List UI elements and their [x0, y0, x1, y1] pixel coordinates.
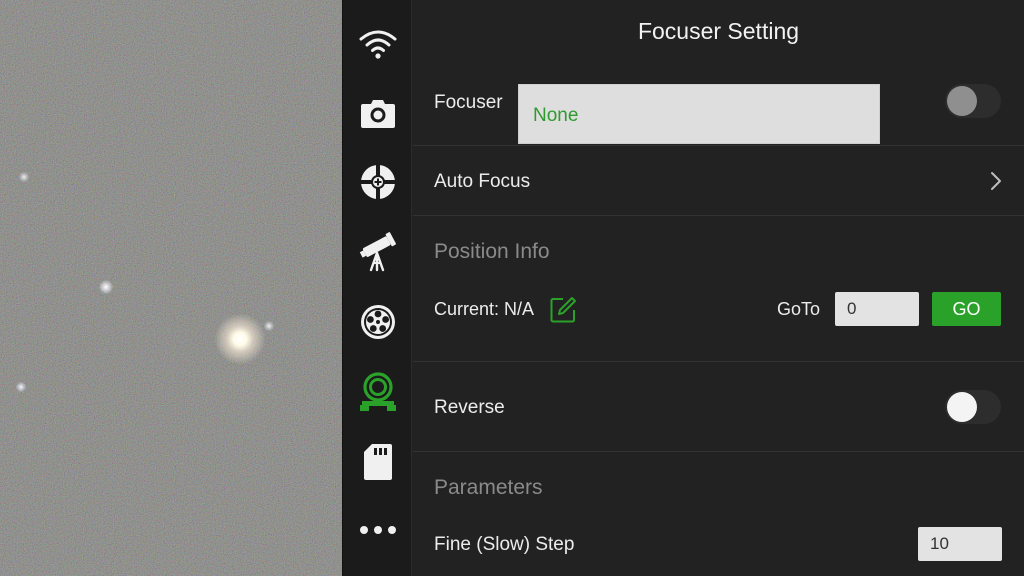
divider: [413, 451, 1024, 452]
camera-preview-image[interactable]: [0, 0, 342, 576]
toggle-knob: [947, 392, 977, 422]
camera-icon: [361, 100, 395, 128]
divider: [413, 215, 1024, 216]
fine-step-input[interactable]: 10: [918, 527, 1002, 561]
guide-crosshair-icon: [360, 164, 396, 200]
focuser-enable-toggle[interactable]: [945, 84, 1001, 118]
go-button[interactable]: GO: [932, 292, 1001, 326]
auto-focus-label[interactable]: Auto Focus: [434, 171, 530, 193]
focuser-select[interactable]: None: [518, 84, 880, 144]
focuser-select-value: None: [533, 105, 579, 126]
fine-step-label: Fine (Slow) Step: [434, 534, 575, 555]
bright-star: [214, 313, 266, 365]
sidebar-item-more[interactable]: [343, 500, 413, 560]
more-icon: [360, 526, 396, 534]
divider: [413, 145, 1024, 146]
page-title: Focuser Setting: [637, 18, 800, 44]
sidebar-item-wifi[interactable]: [343, 14, 413, 74]
sd-card-icon: [364, 444, 392, 480]
chevron-right-icon[interactable]: [985, 170, 1007, 192]
sidebar-item-sd-card[interactable]: [343, 432, 413, 492]
goto-label: GoTo: [777, 299, 821, 319]
sidebar-item-guide[interactable]: [343, 152, 413, 212]
focuser-label: Focuser: [434, 92, 503, 113]
noise-background: [0, 0, 342, 576]
focuser-settings-panel: Focuser Setting Focuser None Auto Focus …: [413, 0, 1024, 576]
star: [19, 172, 29, 182]
sidebar-item-filter-wheel[interactable]: [343, 292, 413, 352]
parameters-heading: Parameters: [434, 476, 543, 499]
fine-step-value: 10: [930, 534, 949, 553]
reverse-label: Reverse: [434, 397, 505, 418]
toggle-knob: [947, 86, 977, 116]
star: [16, 382, 26, 392]
goto-position-input[interactable]: 0: [835, 292, 919, 326]
current-position-text: Current: N/A: [434, 299, 535, 319]
star: [264, 321, 274, 331]
sidebar-item-telescope[interactable]: [343, 222, 413, 282]
divider: [413, 361, 1024, 362]
wifi-icon: [359, 30, 397, 59]
sidebar-item-camera[interactable]: [343, 83, 413, 143]
reverse-toggle[interactable]: [945, 390, 1001, 424]
sidebar-item-focuser[interactable]: [343, 362, 413, 422]
focuser-icon: [360, 372, 396, 411]
position-info-heading: Position Info: [434, 240, 550, 263]
device-sidebar: [342, 0, 412, 576]
star: [99, 280, 113, 294]
edit-icon[interactable]: [549, 296, 577, 324]
telescope-icon: [359, 232, 396, 272]
filter-wheel-icon: [361, 305, 395, 339]
goto-position-value: 0: [847, 299, 857, 318]
